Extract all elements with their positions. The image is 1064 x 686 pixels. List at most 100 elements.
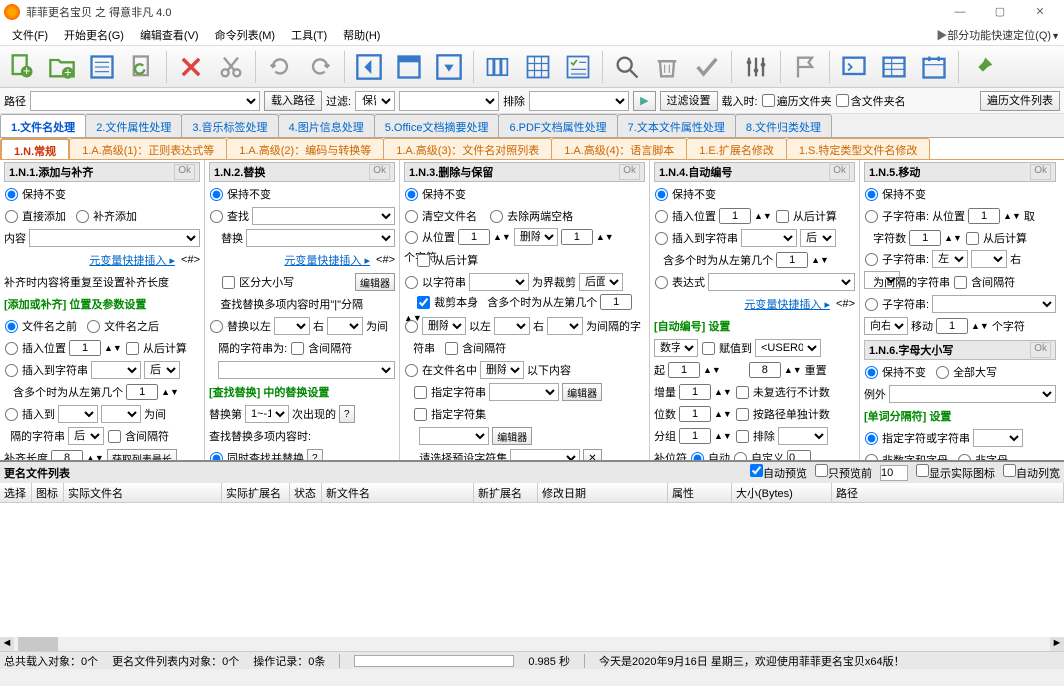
subtab-maplist[interactable]: 1.A.高级(3)：文件名对照列表 <box>383 138 552 159</box>
p5-l-combo[interactable]: 左 <box>932 250 968 268</box>
tab-classify[interactable]: 8.文件归类处理 <box>735 114 832 137</box>
p4-keep-radio[interactable] <box>655 188 668 201</box>
tab-image[interactable]: 4.图片信息处理 <box>278 114 375 137</box>
p2-both-radio[interactable] <box>210 452 223 461</box>
filter-mode[interactable]: 保留 <box>355 91 395 111</box>
col-icon[interactable]: 图标 <box>32 483 64 502</box>
quick-nav[interactable]: 部分功能快速定位(Q)▼ <box>936 27 1060 43</box>
menu-start[interactable]: 开始更名(G) <box>56 25 132 45</box>
p5-sub2-radio[interactable] <box>865 253 878 266</box>
p2-l-combo[interactable] <box>274 317 310 335</box>
p4-auto-radio[interactable] <box>691 452 704 461</box>
filter-value[interactable] <box>399 91 499 111</box>
file-list-body[interactable] <box>0 503 1064 637</box>
p1-fromend-check[interactable] <box>126 342 139 355</box>
p1-multi-num[interactable] <box>126 384 158 400</box>
trash-icon[interactable] <box>649 49 685 85</box>
p3-multi-num[interactable] <box>600 294 632 310</box>
p3-fromend-check[interactable] <box>417 254 430 267</box>
p4-nosort-check[interactable] <box>736 430 749 443</box>
p3-r-combo[interactable] <box>547 317 583 335</box>
p1-insstr-radio[interactable] <box>5 364 18 377</box>
p4-group-num[interactable] <box>679 428 711 444</box>
col-status[interactable]: 状态 <box>290 483 322 502</box>
p3-delsel-combo[interactable]: 删除 <box>422 317 466 335</box>
check-icon[interactable] <box>689 49 725 85</box>
p5-incgap-check[interactable] <box>954 276 967 289</box>
p1-pad-radio[interactable] <box>76 210 89 223</box>
p3-spec-combo[interactable] <box>489 383 559 401</box>
tab-filename[interactable]: 1.文件名处理 <box>0 114 86 137</box>
p2-help-button[interactable]: ? <box>339 405 355 423</box>
p4-expr-combo[interactable] <box>708 273 855 291</box>
grid-icon[interactable] <box>520 49 556 85</box>
p4-varlink[interactable]: 元变量快捷插入 ▸ <box>744 296 830 312</box>
tab-fileattr[interactable]: 2.文件属性处理 <box>85 114 182 137</box>
p4-assign-check[interactable] <box>702 342 715 355</box>
p4-insstr-combo[interactable] <box>741 229 797 247</box>
path-combo[interactable] <box>30 91 260 111</box>
p4-postfix-combo[interactable]: 后 <box>800 229 836 247</box>
p4-inc-num[interactable] <box>679 384 711 400</box>
col-newname[interactable]: 新文件名 <box>322 483 474 502</box>
undo-icon[interactable] <box>262 49 298 85</box>
p3-charset-combo[interactable] <box>419 427 489 445</box>
col-realext[interactable]: 实际扩展名 <box>222 483 290 502</box>
p3-l-combo[interactable] <box>494 317 530 335</box>
menu-help[interactable]: 帮助(H) <box>335 25 388 45</box>
p6-upper-radio[interactable] <box>936 366 949 379</box>
p5-cnt-num[interactable] <box>909 230 941 246</box>
p4-custom-radio[interactable] <box>734 452 747 461</box>
settings-icon[interactable] <box>738 49 774 85</box>
redo-icon[interactable] <box>302 49 338 85</box>
p4-multi-num[interactable] <box>776 252 808 268</box>
col-mdate[interactable]: 修改日期 <box>538 483 668 502</box>
p1-insinto-radio[interactable] <box>5 408 18 421</box>
p4-skip-check[interactable] <box>736 386 749 399</box>
p4-uservar-combo[interactable]: <USER0> <box>755 339 821 357</box>
p6-nonch-radio[interactable] <box>958 454 971 461</box>
p3-cropself-check[interactable] <box>417 296 430 309</box>
p3-clear-radio[interactable] <box>405 210 418 223</box>
goto-end-icon[interactable] <box>431 49 467 85</box>
window-top-icon[interactable] <box>391 49 427 85</box>
p4-inspos-radio[interactable] <box>655 210 668 223</box>
p5-sub3-radio[interactable] <box>865 298 878 311</box>
p1-incgap-check[interactable] <box>108 430 121 443</box>
p2-r-combo[interactable] <box>327 317 363 335</box>
menu-cmdlist[interactable]: 命令列表(M) <box>207 25 284 45</box>
autopreview-check[interactable]: 自动预览 <box>750 464 807 481</box>
p3-spec-check[interactable] <box>414 386 427 399</box>
p4-bypath-check[interactable] <box>736 408 749 421</box>
incfolder-check[interactable]: 含文件夹名 <box>836 93 906 109</box>
p1-getmax-button[interactable]: 获取列表最长 <box>107 449 177 460</box>
p5-r-combo[interactable] <box>971 250 1007 268</box>
browse-filelist-button[interactable]: 遍历文件列表 <box>980 91 1060 111</box>
subtab-regex[interactable]: 1.A.高级(1)：正则表达式等 <box>69 138 227 159</box>
p2-varlink[interactable]: 元变量快捷插入 ▸ <box>284 252 370 268</box>
p2-editor-button[interactable]: 编辑器 <box>355 273 395 291</box>
pin-icon[interactable] <box>965 49 1001 85</box>
p1-varlink[interactable]: 元变量快捷插入 ▸ <box>89 252 175 268</box>
p3-pos-num[interactable] <box>458 229 490 245</box>
p3-bystr-combo[interactable] <box>469 273 529 291</box>
tab-music[interactable]: 3.音乐标签处理 <box>181 114 278 137</box>
new-folder-icon[interactable]: + <box>44 49 80 85</box>
menu-edit[interactable]: 编辑查看(V) <box>132 25 207 45</box>
p5-fromend-check[interactable] <box>966 232 979 245</box>
p6-spec-radio[interactable] <box>865 432 878 445</box>
p3-charset-check[interactable] <box>414 408 427 421</box>
p3-delsel-radio[interactable] <box>405 320 418 333</box>
cut-icon[interactable] <box>213 49 249 85</box>
search-icon[interactable] <box>609 49 645 85</box>
delete-icon[interactable] <box>173 49 209 85</box>
p3-delop-combo[interactable]: 删除 <box>480 361 524 379</box>
p1-content-combo[interactable] <box>29 229 200 247</box>
p3-clear-button[interactable]: ✕ <box>583 449 601 460</box>
p1-after-radio[interactable] <box>87 320 100 333</box>
p6-keep-radio[interactable] <box>865 366 878 379</box>
menu-file[interactable]: 文件(F) <box>4 25 56 45</box>
p5-move-num[interactable] <box>936 318 968 334</box>
p3-del-combo[interactable]: 删除 <box>514 228 558 246</box>
p4-insstr-radio[interactable] <box>655 232 668 245</box>
